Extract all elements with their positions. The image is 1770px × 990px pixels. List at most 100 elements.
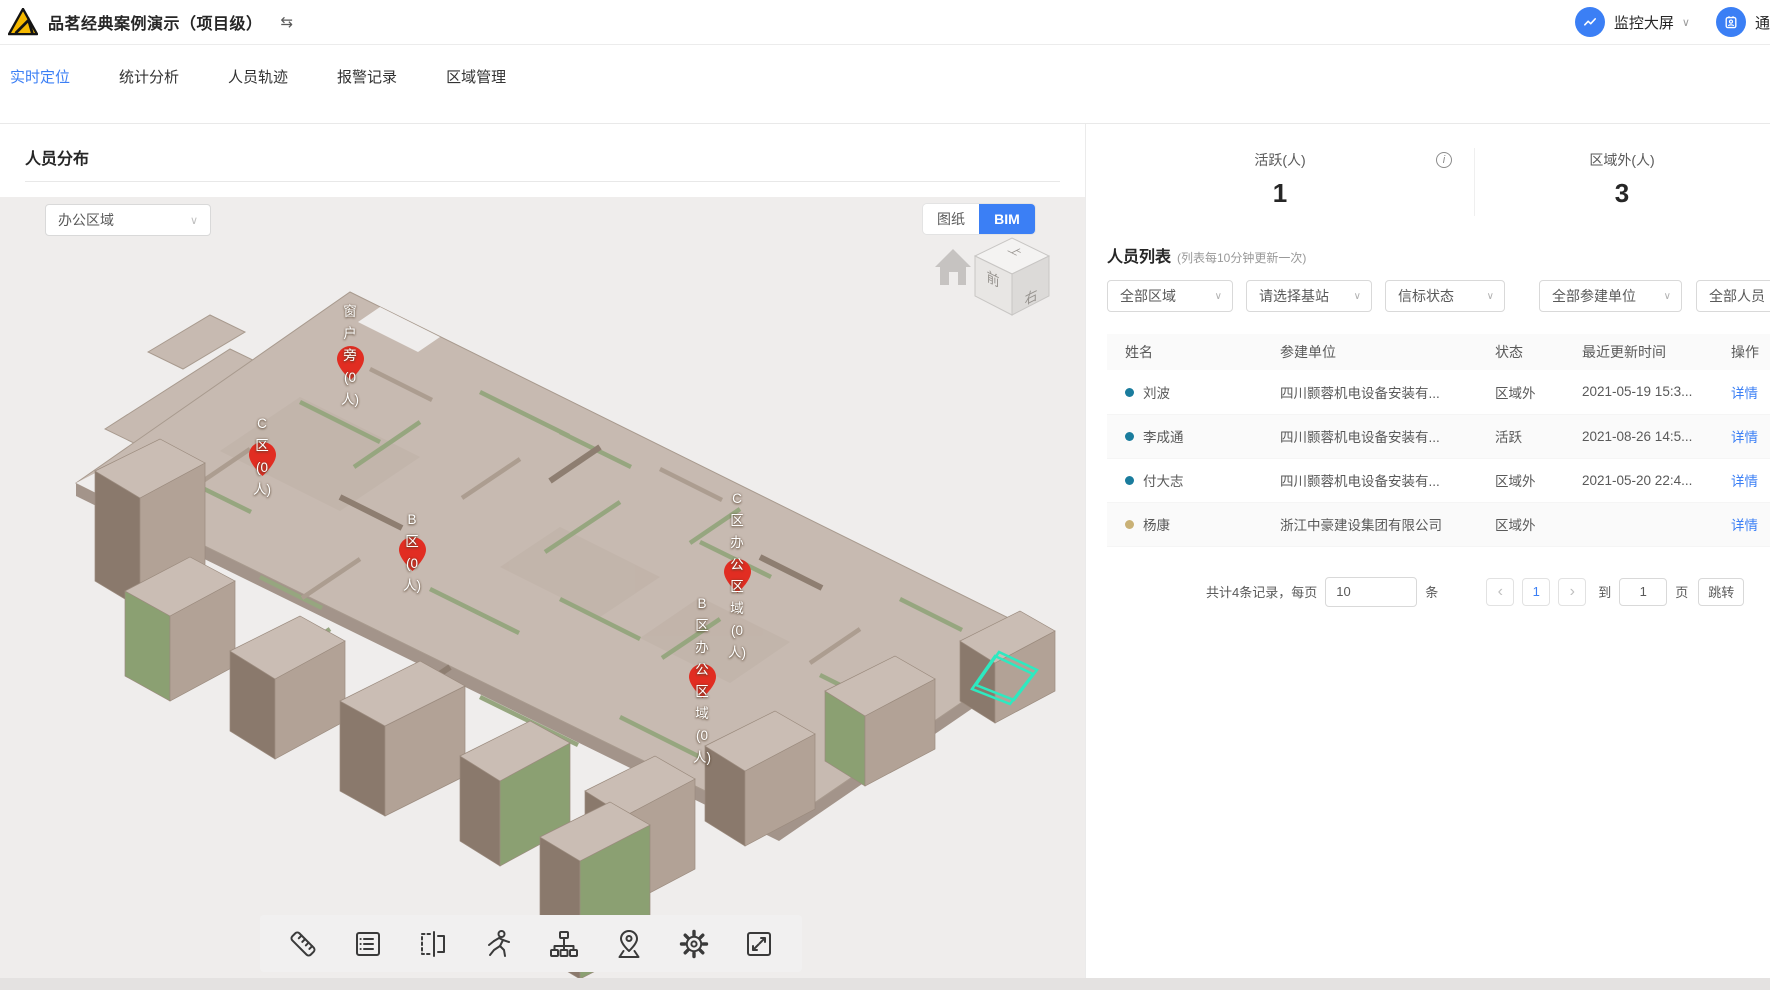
filter-label: 请选择基站	[1259, 286, 1329, 306]
status-cell: 区域外	[1477, 458, 1564, 502]
personnel-table-body: 刘波四川颢蓉机电设备安装有...区域外2021-05-19 15:3...详情李…	[1107, 370, 1770, 546]
stat-active-value: 1	[1086, 178, 1474, 209]
stat-outside-value: 3	[1474, 178, 1770, 209]
company-cell: 四川颢蓉机电设备安装有...	[1262, 414, 1477, 458]
status-dot	[1125, 388, 1134, 397]
next-page-button[interactable]: ›	[1558, 578, 1586, 606]
nav-tabs: 实时定位 统计分析 人员轨迹 报警记录 区域管理	[0, 45, 1770, 123]
id-badge-icon[interactable]	[1716, 7, 1746, 37]
panel-title: 人员分布	[25, 145, 89, 169]
chevron-down-icon: ∨	[1650, 291, 1671, 302]
person-name: 杨康	[1143, 518, 1170, 533]
settings-gear-icon[interactable]	[677, 927, 711, 961]
goto-label: 到	[1598, 582, 1611, 601]
time-cell: 2021-05-20 22:4...	[1564, 458, 1713, 502]
status-dot	[1125, 476, 1134, 485]
chevron-down-icon: ∨	[1201, 291, 1222, 302]
company-cell: 四川颢蓉机电设备安装有...	[1262, 458, 1477, 502]
status-dot	[1125, 432, 1134, 441]
contacts-link-partial[interactable]: 通	[1755, 12, 1770, 33]
area-select-value: 办公区域	[58, 210, 114, 230]
detail-link[interactable]: 详情	[1731, 386, 1758, 401]
list-panel-icon[interactable]	[351, 927, 385, 961]
info-icon[interactable]: i	[1436, 152, 1452, 168]
app-root: 品茗经典案例演示（项目级） ⇆ 监控大屏 ∨ 通 实时定位 统计分析 人员轨迹 报警记…	[0, 0, 1770, 990]
tab-0[interactable]: 实时定位	[10, 66, 70, 87]
table-row: 李成通 四川颢蓉机电设备安装有...活跃2021-08-26 14:5... 详情	[1107, 414, 1770, 458]
bim-model-canvas: 上 前 右	[0, 197, 1085, 978]
view-mode-toggle: 图纸 BIM	[923, 204, 1035, 234]
jump-button[interactable]: 跳转	[1698, 578, 1744, 606]
chevron-down-icon: ∨	[190, 214, 198, 227]
page-size-input[interactable]	[1325, 577, 1417, 607]
filter-dropdown-1[interactable]: 请选择基站∨	[1246, 280, 1372, 312]
pagination-summary: 共计4条记录，每页	[1206, 582, 1317, 601]
goto-page-input[interactable]	[1619, 578, 1667, 606]
personnel-list-head: 人员列表 (列表每10分钟更新一次)	[1107, 243, 1770, 267]
home-view-icon[interactable]	[935, 249, 971, 285]
filter-label: 信标状态	[1398, 286, 1454, 306]
person-name: 付大志	[1143, 474, 1184, 489]
horizontal-scrollbar[interactable]	[0, 978, 1770, 990]
column-header: 状态	[1477, 334, 1564, 370]
tab-3[interactable]: 报警记录	[337, 66, 397, 87]
page-size-unit: 条	[1425, 582, 1438, 601]
area-select-dropdown[interactable]: 办公区域 ∨	[45, 204, 211, 236]
header-right: 监控大屏 ∨ 通	[1575, 0, 1770, 44]
monitor-chart-icon[interactable]	[1575, 7, 1605, 37]
chevron-down-icon: ∨	[1473, 291, 1494, 302]
page-title: 品茗经典案例演示（项目级）	[48, 10, 263, 34]
tab-1[interactable]: 统计分析	[119, 66, 179, 87]
person-name: 刘波	[1143, 386, 1170, 401]
status-cell: 活跃	[1477, 414, 1564, 458]
bim-viewport[interactable]: 上 前 右 窗户旁(0人)C区(0人)B区(0人)C区办公区域(0人)B区办公区…	[0, 197, 1085, 978]
view-cube[interactable]: 上 前 右	[975, 238, 1049, 315]
tab-4[interactable]: 区域管理	[446, 66, 506, 87]
monitor-screen-link[interactable]: 监控大屏	[1614, 12, 1674, 33]
person-name: 李成通	[1143, 430, 1184, 445]
chevron-down-icon[interactable]: ∨	[1682, 16, 1690, 29]
column-header: 参建单位	[1262, 334, 1477, 370]
tab-2[interactable]: 人员轨迹	[228, 66, 288, 87]
filter-dropdown-3[interactable]: 全部参建单位∨	[1539, 280, 1682, 312]
bim-toolbar	[260, 915, 802, 972]
filter-dropdown-2[interactable]: 信标状态 ∨	[1385, 280, 1505, 312]
filter-label: 全部区域	[1120, 286, 1176, 306]
stat-outside-label: 区域外(人)	[1474, 150, 1770, 170]
detail-link[interactable]: 详情	[1731, 430, 1758, 445]
prev-page-button[interactable]: ‹	[1486, 578, 1514, 606]
personnel-panel: 活跃(人) 1 i 区域外(人) 3 人员列表 (列表每10分钟更新一次) 全部…	[1085, 124, 1770, 978]
personnel-table: 姓名参建单位状态最近更新时间操作 刘波四川颢蓉机电设备安装有...区域外2021…	[1107, 334, 1770, 547]
current-page-button[interactable]: 1	[1522, 578, 1550, 606]
filter-label: 全部人员	[1709, 286, 1765, 306]
time-cell: 2021-08-26 14:5...	[1564, 414, 1713, 458]
filter-dropdown-4[interactable]: 全部人员∨	[1696, 280, 1770, 312]
device-tree-icon[interactable]	[547, 927, 581, 961]
detail-link[interactable]: 详情	[1731, 474, 1758, 489]
person-roam-icon[interactable]	[481, 927, 515, 961]
table-row: 付大志 四川颢蓉机电设备安装有...区域外2021-05-20 22:4... 详情	[1107, 458, 1770, 502]
time-cell: 2021-05-19 15:3...	[1564, 370, 1713, 414]
status-dot	[1125, 520, 1134, 529]
swap-icon[interactable]: ⇆	[281, 13, 294, 31]
stat-active: 活跃(人) 1	[1086, 124, 1474, 229]
section-box-icon[interactable]	[416, 927, 450, 961]
location-pin-icon[interactable]	[612, 927, 646, 961]
bim-view-button[interactable]: BIM	[979, 204, 1035, 234]
plan-view-button[interactable]: 图纸	[923, 204, 979, 234]
detail-link[interactable]: 详情	[1731, 518, 1758, 533]
divider	[25, 181, 1060, 182]
pinming-logo	[8, 8, 38, 36]
filter-bar: 全部区域∨请选择基站∨信标状态∨全部参建单位∨全部人员∨	[1107, 280, 1770, 312]
ruler-measure-icon[interactable]	[286, 927, 320, 961]
fullscreen-expand-icon[interactable]	[742, 927, 776, 961]
top-header: 品茗经典案例演示（项目级） ⇆ 监控大屏 ∨ 通	[0, 0, 1770, 45]
pagination: 共计4条记录，每页 条 ‹ 1 › 到 页 跳转	[1206, 577, 1770, 607]
status-cell: 区域外	[1477, 370, 1564, 414]
main-content: 人员分布	[0, 123, 1770, 978]
column-header: 最近更新时间	[1564, 334, 1713, 370]
filter-dropdown-0[interactable]: 全部区域 ∨	[1107, 280, 1233, 312]
table-row: 杨康浙江中豪建设集团有限公司区域外详情	[1107, 502, 1770, 546]
page-label: 页	[1675, 582, 1688, 601]
map-panel-head: 人员分布	[0, 124, 1085, 197]
